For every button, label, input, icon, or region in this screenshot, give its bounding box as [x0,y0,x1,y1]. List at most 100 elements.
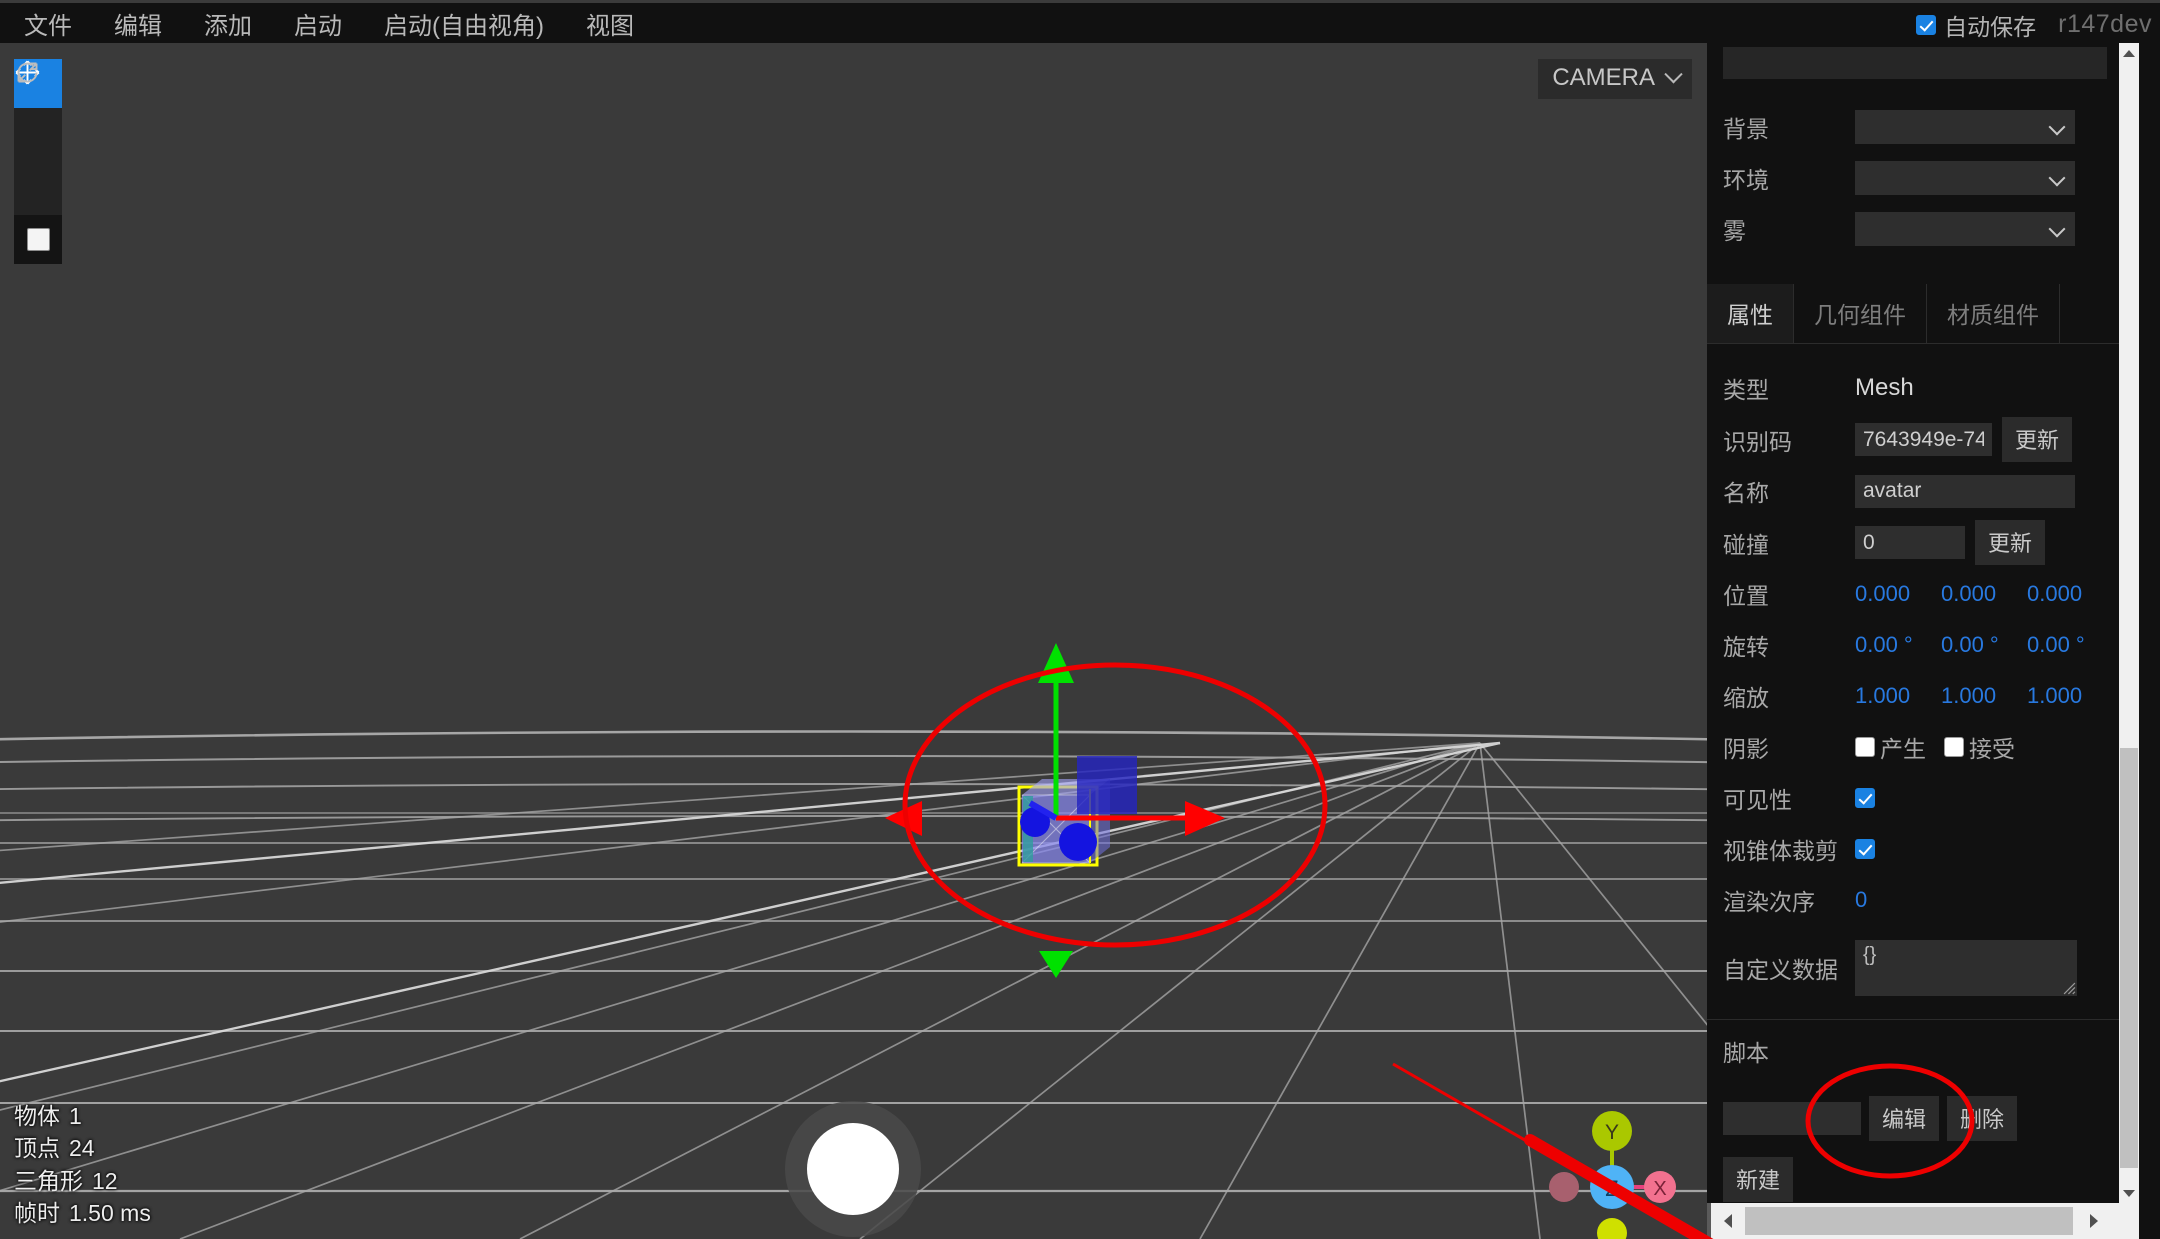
scale-y[interactable]: 1.000 [1941,683,2017,709]
uuid-input[interactable] [1855,423,1992,456]
menu-file[interactable]: 文件 [8,2,88,45]
version-label: r147dev [2058,10,2152,38]
fog-select[interactable] [1855,212,2075,246]
row-render-order: 渲染次序 0 [1707,878,2119,922]
rotate-tool[interactable] [14,62,62,157]
position-label: 位置 [1723,583,1769,609]
scale-z[interactable]: 1.000 [2027,683,2103,709]
row-type: 类型 Mesh [1707,366,2119,410]
scale-x[interactable]: 1.000 [1855,683,1931,709]
horizontal-scroll-thumb[interactable] [1745,1207,2073,1235]
autosave-checkbox[interactable] [1916,14,1937,35]
row-collision: 碰撞 更新 [1707,520,2119,565]
renderorder-value[interactable]: 0 [1855,887,1867,913]
rotation-z[interactable]: 0.00 ° [2027,632,2103,658]
viewport-canvas: Y X Z [0,43,1707,1239]
scroll-left-button[interactable] [1715,1203,1741,1239]
scene-partial-field[interactable] [1723,47,2107,79]
viewport-stats: 物体 1 顶点 24 三角形 12 帧时 1.50 ms [14,1100,151,1229]
tab-object[interactable]: 属性 [1707,284,1794,343]
stat-frametime-value: 1.50 ms [69,1199,151,1226]
uuid-label: 识别码 [1723,428,1792,455]
menu-play[interactable]: 启动 [278,2,358,45]
position-z[interactable]: 0.000 [2027,581,2103,607]
visible-label: 可见性 [1723,787,1792,813]
stat-frametime-label: 帧时 [14,1199,60,1226]
triangle-up-icon [2123,49,2135,57]
shadow-cast-toggle[interactable]: 产生 [1855,730,1926,764]
scroll-down-button[interactable] [2119,1183,2139,1203]
background-select[interactable] [1855,110,2075,144]
collision-update-button[interactable]: 更新 [1975,520,2046,565]
script-delete-button[interactable]: 删除 [1947,1096,2018,1141]
tab-material[interactable]: 材质组件 [1927,284,2060,343]
menu-play-free[interactable]: 启动(自由视角) [368,2,560,45]
stat-frametime: 帧时 1.50 ms [14,1197,151,1229]
menu-view[interactable]: 视图 [570,2,650,45]
row-rotation: 旋转 0.00 ° 0.00 ° 0.00 ° [1707,623,2119,667]
sidebar-scroll-content: 背景 环境 雾 属性 几何组件 材质组件 类型 Mesh 识别码 7643949… [1707,43,2119,1203]
scroll-up-button[interactable] [2119,43,2139,63]
stat-triangles-label: 三角形 [14,1167,83,1194]
shadow-receive-checkbox[interactable] [1944,737,1964,757]
row-userdata: 自定义数据 {} [1707,929,2119,1007]
viewport-3d[interactable]: Y X Z CAMERA 物体 1 顶点 24 三角形 12 帧时 1.50 m… [0,43,1707,1239]
script-input[interactable] [1723,1102,1861,1135]
renderorder-label: 渲染次序 [1723,889,1815,915]
userdata-label: 自定义数据 [1723,957,1838,983]
name-input[interactable] [1855,474,2075,508]
autosave-toggle[interactable]: 自动保存 [1916,8,2036,42]
camera-selector[interactable]: CAMERA [1538,59,1692,99]
fog-label: 雾 [1723,218,1746,244]
stat-triangles: 三角形 12 [14,1165,151,1197]
shadow-cast-checkbox[interactable] [1855,737,1875,757]
vertical-scroll-thumb[interactable] [2120,748,2138,1168]
rotation-x[interactable]: 0.00 ° [1855,632,1931,658]
uuid-update-button[interactable]: 更新 [2002,417,2073,462]
menu-add[interactable]: 添加 [188,2,268,45]
object-properties: 类型 Mesh 识别码 更新 名称 碰撞 [1707,344,2119,1007]
type-value: Mesh [1855,374,1914,401]
sidebar-vertical-scrollbar[interactable] [2119,43,2139,1203]
script-label: 脚本 [1723,1040,1769,1066]
position-y[interactable]: 0.000 [1941,581,2017,607]
scroll-right-button[interactable] [2081,1203,2107,1239]
fog-select-value[interactable] [1855,212,2075,246]
tab-geometry[interactable]: 几何组件 [1794,284,1927,343]
toolbar-divider [14,206,62,215]
position-x[interactable]: 0.000 [1855,581,1931,607]
scale-label: 缩放 [1723,685,1769,711]
row-uuid: 识别码 更新 [1707,417,2119,462]
menu-edit[interactable]: 编辑 [98,2,178,45]
background-select-value[interactable] [1855,110,2075,144]
stat-vertices-value: 24 [69,1135,95,1162]
frustum-checkbox[interactable] [1855,839,1875,859]
scene-section: 背景 环境 雾 [1707,47,2119,280]
sidebar-horizontal-scrollbar[interactable] [1707,1203,2139,1239]
sidebar: 背景 环境 雾 属性 几何组件 材质组件 类型 Mesh 识别码 7643949… [1707,43,2139,1239]
transform-toolbar [14,59,62,264]
rotation-y[interactable]: 0.00 ° [1941,632,2017,658]
environment-select[interactable] [1855,161,2075,195]
row-environment: 环境 [1707,156,2119,200]
svg-text:Y: Y [1605,1121,1619,1144]
svg-text:Z: Z [1605,1176,1618,1201]
script-edit-button[interactable]: 编辑 [1869,1096,1940,1141]
shadow-label: 阴影 [1723,736,1769,762]
collision-input[interactable] [1855,526,1965,559]
inspector-tabs: 属性 几何组件 材质组件 [1707,284,2119,344]
userdata-textarea[interactable]: {} [1855,940,2077,996]
scale-tool[interactable] [14,62,62,206]
visible-checkbox[interactable] [1855,788,1875,808]
userdata-field-wrap: {} [1855,940,2077,996]
script-new-button[interactable]: 新建 [1723,1157,1794,1202]
scrollbar-corner [2119,1203,2139,1239]
environment-select-value[interactable] [1855,161,2075,195]
type-label: 类型 [1723,377,1769,403]
shadow-cast-label: 产生 [1880,736,1926,762]
rotation-label: 旋转 [1723,634,1769,660]
local-space-toggle[interactable] [14,215,62,264]
shadow-receive-toggle[interactable]: 接受 [1944,730,2015,764]
menu-bar: 文件 编辑 添加 启动 启动(自由视角) 视图 自动保存 r147dev [0,0,2160,43]
frustum-label: 视锥体裁剪 [1723,838,1838,864]
